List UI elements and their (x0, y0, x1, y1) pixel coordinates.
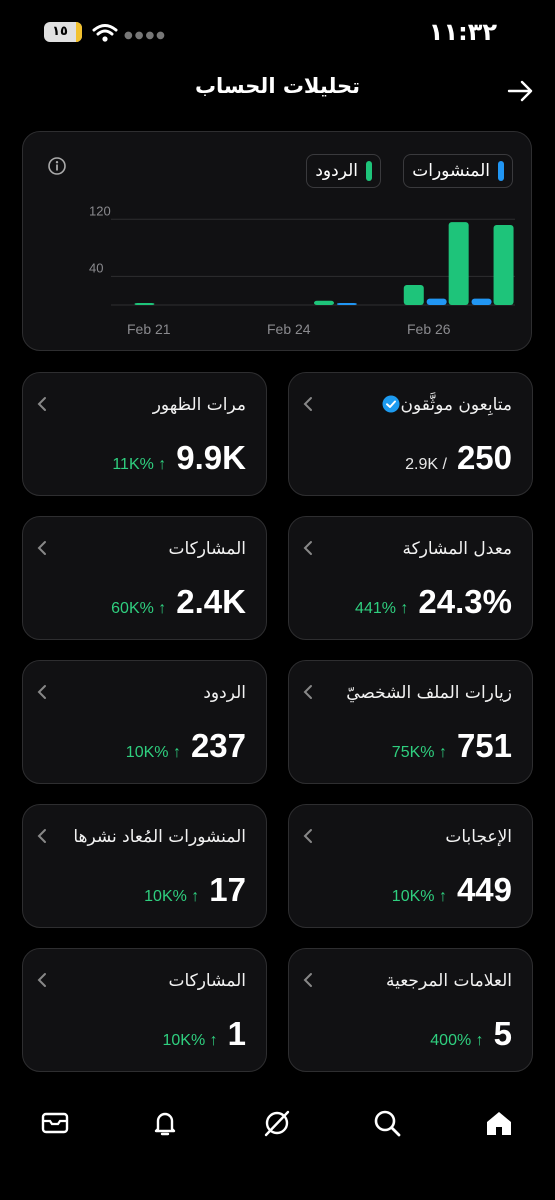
stat-card-impressions[interactable]: مرات الظهور 9.9K 11K% ↑ (22, 372, 267, 496)
stat-label: المشاركات (168, 971, 246, 991)
stat-total: 2.9K / (405, 456, 447, 473)
legend-replies-swatch (366, 161, 372, 181)
stat-label: معدل المشاركة (402, 539, 512, 559)
stat-value: 24.3% (418, 583, 512, 620)
stat-value: 2.4K (176, 583, 246, 620)
posts-bar (336, 303, 357, 305)
bottom-nav (0, 1100, 555, 1150)
replies-bar (448, 222, 469, 305)
stat-change: 10K% ↑ (391, 888, 447, 905)
stat-value: 237 (190, 727, 246, 764)
stat-value: 9.9K (176, 439, 246, 476)
chevron-left-icon (37, 397, 46, 411)
legend-posts-chip[interactable]: المنشورات (403, 154, 513, 188)
header: تحليلات الحساب (0, 70, 555, 110)
stat-value: 449 (456, 871, 512, 908)
stat-card-replies[interactable]: الردود 237 10K% ↑ (22, 660, 267, 784)
stat-value: 250 (456, 439, 512, 476)
stat-card-profile-visits[interactable]: زيارات الملف الشخصيّ 751 75K% ↑ (288, 660, 533, 784)
notifications-icon[interactable] (150, 1108, 180, 1138)
grok-icon[interactable] (262, 1108, 292, 1138)
battery-level: ١٥ (52, 24, 68, 39)
wifi-icon (92, 24, 118, 42)
back-arrow-icon[interactable] (505, 76, 535, 106)
stat-change: 10K% ↑ (144, 888, 200, 905)
stat-label: زيارات الملف الشخصيّ (346, 683, 512, 703)
stat-card-engagement-rate[interactable]: معدل المشاركة 24.3% 441% ↑ (288, 516, 533, 640)
chevron-left-icon (303, 541, 312, 555)
stat-card-shares[interactable]: المشاركات 1 10K% ↑ (22, 948, 267, 1072)
legend-replies-label: الردود (315, 161, 358, 181)
posts-bar (426, 298, 447, 305)
x-tick-label: Feb 24 (267, 321, 311, 337)
replies-bar (493, 225, 514, 305)
battery-icon: ١٥ (44, 22, 82, 42)
chevron-left-icon (303, 685, 312, 699)
stat-label: المشاركات (168, 539, 246, 559)
legend-posts-label: المنشورات (412, 161, 490, 181)
stat-label: الإعجابات (445, 827, 512, 847)
stat-value: 17 (209, 871, 246, 908)
stat-card-engagements[interactable]: المشاركات 2.4K 60K% ↑ (22, 516, 267, 640)
stat-label: متابِعون موثَّقون (376, 395, 512, 416)
signal-dots-icon: ●●●● (124, 30, 167, 41)
stat-label: العلامات المرجعية (385, 971, 512, 991)
chevron-left-icon (37, 685, 46, 699)
stat-label: المنشورات المُعاد نشرها (73, 827, 246, 847)
chevron-left-icon (303, 973, 312, 987)
status-bar: ١١:٣٢ ١٥ ●●●● (0, 0, 555, 64)
stat-value: 1 (227, 1015, 246, 1052)
stat-change: 441% ↑ (355, 600, 409, 617)
status-time: ١١:٣٢ (428, 18, 497, 46)
stat-card-verified-followers[interactable]: متابِعون موثَّقون 250 2.9K / (288, 372, 533, 496)
legend-replies-chip[interactable]: الردود (306, 154, 381, 188)
replies-bar (314, 300, 334, 305)
stat-change: 400% ↑ (430, 1032, 484, 1049)
stat-value: 751 (456, 727, 512, 764)
stat-change: 75K% ↑ (391, 744, 447, 761)
stat-label: الردود (203, 683, 246, 703)
x-tick-label: Feb 26 (407, 321, 451, 337)
replies-bar (134, 303, 155, 305)
stat-card-bookmarks[interactable]: العلامات المرجعية 5 400% ↑ (288, 948, 533, 1072)
home-icon[interactable] (484, 1108, 514, 1138)
posts-bar (471, 298, 492, 305)
y-tick-label: 40 (89, 260, 103, 275)
page-title: تحليلات الحساب (194, 74, 361, 98)
stat-change: 11K% ↑ (112, 456, 167, 473)
stat-card-reposts[interactable]: المنشورات المُعاد نشرها 17 10K% ↑ (22, 804, 267, 928)
stat-label: مرات الظهور (152, 395, 246, 415)
chevron-left-icon (303, 397, 312, 411)
stat-change: 10K% ↑ (125, 744, 181, 761)
chevron-left-icon (37, 973, 46, 987)
stat-value: 5 (493, 1015, 512, 1052)
chevron-left-icon (37, 541, 46, 555)
replies-bar (403, 285, 424, 305)
stat-card-likes[interactable]: الإعجابات 449 10K% ↑ (288, 804, 533, 928)
search-icon[interactable] (372, 1108, 402, 1138)
legend-posts-swatch (498, 161, 504, 181)
stat-change: 10K% ↑ (162, 1032, 218, 1049)
chevron-left-icon (37, 829, 46, 843)
messages-icon[interactable] (40, 1108, 70, 1138)
chevron-left-icon (303, 829, 312, 843)
x-tick-label: Feb 21 (127, 321, 171, 337)
verified-badge-icon (382, 395, 400, 413)
stat-change: 60K% ↑ (111, 600, 167, 617)
y-tick-label: 120 (89, 203, 111, 218)
analytics-chart-card: 120 40 Feb 21 Feb 24 Feb 26 المنشورات الردود (22, 131, 532, 351)
info-icon[interactable] (47, 156, 67, 176)
